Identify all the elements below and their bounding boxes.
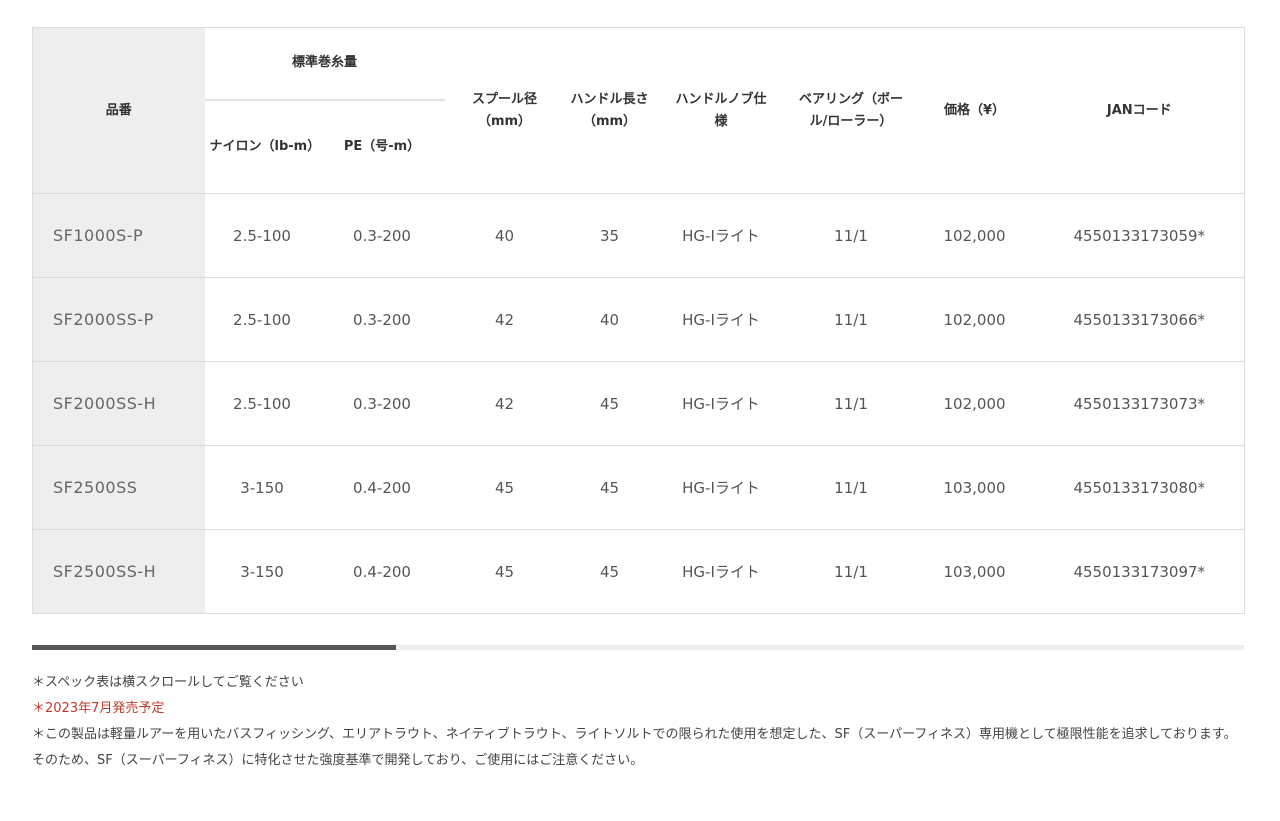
cell-pe: 0.4-200 — [319, 529, 445, 614]
cell-model: SF2500SS-H — [32, 529, 205, 614]
cell-nylon: 2.5-100 — [204, 277, 320, 362]
header-row-1: 品番 標準巻糸量 スプール径（mm） ハンドル長さ（mm） ハンドルノブ仕様 ベ… — [32, 27, 1245, 194]
notes: ＊スペック表は横スクロールしてご覧ください ＊2023年7月発売予定 ＊この製品… — [32, 670, 1247, 774]
cell-jan: 4550133173066* — [1034, 277, 1245, 362]
header-jan: JANコード — [1034, 27, 1245, 194]
horizontal-scrollbar[interactable] — [32, 645, 1244, 650]
note-release-date: ＊2023年7月発売予定 — [32, 701, 165, 716]
scrollbar-thumb[interactable] — [32, 645, 396, 650]
cell-handle: 35 — [564, 193, 655, 278]
cell-handle: 40 — [564, 277, 655, 362]
cell-nylon: 3-150 — [204, 445, 320, 530]
cell-pe: 0.3-200 — [319, 277, 445, 362]
header-pe: PE（号-m） — [319, 98, 445, 194]
cell-price: 103,000 — [914, 529, 1035, 614]
cell-bearing: 11/1 — [787, 193, 915, 278]
cell-knob: HG-Iライト — [654, 529, 788, 614]
header-model: 品番 — [32, 27, 205, 194]
cell-pe: 0.3-200 — [319, 361, 445, 446]
spec-table: 品番 標準巻糸量 スプール径（mm） ハンドル長さ（mm） ハンドルノブ仕様 ベ… — [32, 27, 1246, 614]
cell-price: 103,000 — [914, 445, 1035, 530]
cell-spool: 42 — [444, 361, 565, 446]
table-row: SF2000SS-H 2.5-100 0.3-200 42 45 HG-Iライト 11/1 1… — [32, 361, 1245, 446]
table-row: SF2500SS 3-150 0.4-200 45 45 HG-Iライト 11/1 103,0… — [32, 445, 1245, 530]
cell-handle: 45 — [564, 529, 655, 614]
cell-knob: HG-Iライト — [654, 361, 788, 446]
cell-pe: 0.4-200 — [319, 445, 445, 530]
cell-model: SF2000SS-P — [32, 277, 205, 362]
cell-model: SF1000S-P — [32, 193, 205, 278]
header-knob: ハンドルノブ仕様 — [654, 27, 788, 194]
cell-nylon: 3-150 — [204, 529, 320, 614]
cell-model: SF2500SS — [32, 445, 205, 530]
cell-jan: 4550133173073* — [1034, 361, 1245, 446]
table-row: SF1000S-P 2.5-100 0.3-200 40 35 HG-Iライト 11/1 10… — [32, 193, 1245, 278]
spec-table-wrapper[interactable]: 品番 標準巻糸量 スプール径（mm） ハンドル長さ（mm） ハンドルノブ仕様 ベ… — [32, 27, 1246, 614]
header-nylon: ナイロン（lb-m） — [204, 98, 320, 194]
cell-bearing: 11/1 — [787, 445, 915, 530]
cell-handle: 45 — [564, 445, 655, 530]
cell-spool: 45 — [444, 529, 565, 614]
header-handle-length: ハンドル長さ（mm） — [564, 27, 655, 194]
cell-price: 102,000 — [914, 277, 1035, 362]
spec-table-body: SF1000S-P 2.5-100 0.3-200 40 35 HG-Iライト 11/1 10… — [32, 193, 1245, 614]
header-bearing: ベアリング（ボール/ローラー） — [787, 27, 915, 194]
cell-spool: 45 — [444, 445, 565, 530]
cell-knob: HG-Iライト — [654, 277, 788, 362]
cell-price: 102,000 — [914, 193, 1035, 278]
cell-jan: 4550133173059* — [1034, 193, 1245, 278]
cell-bearing: 11/1 — [787, 529, 915, 614]
header-spool: スプール径（mm） — [444, 27, 565, 194]
header-price: 価格（¥） — [914, 27, 1035, 194]
note-scroll-hint: ＊スペック表は横スクロールしてご覧ください — [32, 675, 304, 690]
cell-bearing: 11/1 — [787, 361, 915, 446]
cell-handle: 45 — [564, 361, 655, 446]
note-disclaimer: ＊この製品は軽量ルアーを用いたバスフィッシング、エリアトラウト、ネイティブトラウ… — [32, 727, 1237, 768]
table-row: SF2500SS-H 3-150 0.4-200 45 45 HG-Iライト 11/1 103… — [32, 529, 1245, 614]
cell-knob: HG-Iライト — [654, 193, 788, 278]
cell-knob: HG-Iライト — [654, 445, 788, 530]
table-row: SF2000SS-P 2.5-100 0.3-200 42 40 HG-Iライト 11/1 1… — [32, 277, 1245, 362]
cell-pe: 0.3-200 — [319, 193, 445, 278]
cell-bearing: 11/1 — [787, 277, 915, 362]
cell-nylon: 2.5-100 — [204, 193, 320, 278]
cell-jan: 4550133173080* — [1034, 445, 1245, 530]
cell-model: SF2000SS-H — [32, 361, 205, 446]
cell-price: 102,000 — [914, 361, 1035, 446]
header-line-capacity: 標準巻糸量 — [204, 27, 445, 100]
cell-jan: 4550133173097* — [1034, 529, 1245, 614]
cell-spool: 42 — [444, 277, 565, 362]
cell-spool: 40 — [444, 193, 565, 278]
cell-nylon: 2.5-100 — [204, 361, 320, 446]
